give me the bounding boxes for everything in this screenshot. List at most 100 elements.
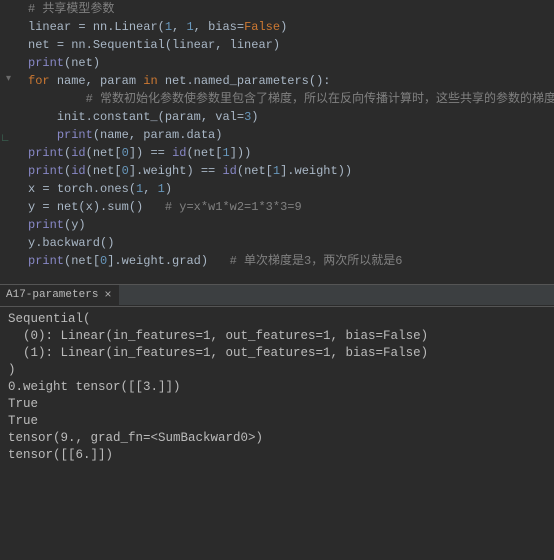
code-line-content: y = net(x).sum() # y=x*w1*w2=1*3*3=9 [28, 200, 302, 214]
code-token: y [28, 200, 42, 214]
run-tab-label: A17-parameters [6, 286, 98, 304]
code-token: , [172, 20, 186, 34]
code-line[interactable]: y.backward() [0, 234, 554, 252]
close-icon[interactable]: × [104, 286, 111, 304]
terminal-line: tensor(9., grad_fn=<SumBackward0>) [8, 430, 546, 447]
code-token: linear [28, 20, 78, 34]
code-line-content: # 共享模型参数 [28, 2, 114, 16]
code-line-content: print(net) [28, 56, 100, 70]
code-token: net(x).sum() [57, 200, 165, 214]
code-token: y.backward() [28, 236, 114, 250]
code-token: print [57, 128, 93, 142]
code-token: ) [280, 20, 287, 34]
code-token: , [201, 110, 215, 124]
code-line[interactable]: ▾ for name, param in net.named_parameters… [0, 72, 554, 90]
code-token: False [244, 20, 280, 34]
code-token: (net[ [186, 146, 222, 160]
code-line-content: print(net[0].weight.grad) # 单次梯度是3，两次所以就… [28, 254, 402, 268]
code-token: init.constant_(param [57, 110, 201, 124]
code-token: ) [165, 182, 172, 196]
code-token: (y) [64, 218, 86, 232]
code-token: 1 [222, 146, 229, 160]
run-output[interactable]: Sequential( (0): Linear(in_features=1, o… [0, 306, 554, 472]
code-token: nn.Sequential(linear [71, 38, 215, 52]
code-token: # y=x*w1*w2=1*3*3=9 [165, 200, 302, 214]
terminal-line: (1): Linear(in_features=1, out_features=… [8, 345, 546, 362]
code-token: 0 [122, 164, 129, 178]
code-token: param [100, 74, 143, 88]
code-line[interactable]: print(id(net[0]) == id(net[1])) [0, 144, 554, 162]
code-line[interactable]: print(y) [0, 216, 554, 234]
code-line[interactable]: x = torch.ones(1, 1) [0, 180, 554, 198]
code-token: , [194, 20, 208, 34]
code-line[interactable]: init.constant_(param, val=3) [0, 108, 554, 126]
code-line[interactable]: net = nn.Sequential(linear, linear) [0, 36, 554, 54]
code-token: , [86, 74, 100, 88]
code-token: , [215, 38, 229, 52]
code-token: val [215, 110, 237, 124]
pane-splitter[interactable] [0, 276, 554, 284]
code-token: ].weight)) [280, 164, 352, 178]
code-token: id [71, 164, 85, 178]
code-token: (net) [64, 56, 100, 70]
code-token: (net[ [237, 164, 273, 178]
code-line[interactable]: print(id(net[0].weight) == id(net[1].wei… [0, 162, 554, 180]
code-line-content: print(id(net[0].weight) == id(net[1].wei… [28, 164, 352, 178]
code-token: , [143, 182, 157, 196]
code-token: = [78, 20, 92, 34]
code-line[interactable]: print(net) [0, 54, 554, 72]
code-line[interactable]: ∟ print(name, param.data) [0, 126, 554, 144]
code-token: 1 [186, 20, 193, 34]
code-token: print [28, 164, 64, 178]
code-token: (net[ [64, 254, 100, 268]
code-token: name [57, 74, 86, 88]
code-line-content: init.constant_(param, val=3) [28, 110, 258, 124]
code-line-content: # 常数初始化参数使参数里包含了梯度，所以在反向传播计算时，这些共享的参数的梯度… [28, 92, 554, 106]
code-token: for [28, 74, 57, 88]
code-line[interactable]: # 共享模型参数 [0, 0, 554, 18]
code-line-content: x = torch.ones(1, 1) [28, 182, 172, 196]
terminal-line: True [8, 396, 546, 413]
code-token: 1 [165, 20, 172, 34]
terminal-line: True [8, 413, 546, 430]
code-line[interactable]: linear = nn.Linear(1, 1, bias=False) [0, 18, 554, 36]
code-line[interactable]: y = net(x).sum() # y=x*w1*w2=1*3*3=9 [0, 198, 554, 216]
code-line-content: linear = nn.Linear(1, 1, bias=False) [28, 20, 287, 34]
code-token: == [201, 164, 223, 178]
code-token: (net[ [86, 164, 122, 178]
code-token: id [71, 146, 85, 160]
code-token: in [143, 74, 165, 88]
code-token: # 单次梯度是3，两次所以就是6 [230, 254, 403, 268]
code-token: id [172, 146, 186, 160]
code-token: , [129, 128, 143, 142]
code-token: = [237, 110, 244, 124]
code-token: (name [93, 128, 129, 142]
code-line[interactable]: # 常数初始化参数使参数里包含了梯度，所以在反向传播计算时，这些共享的参数的梯度… [0, 90, 554, 108]
code-token: 1 [273, 164, 280, 178]
code-token: = [42, 200, 56, 214]
code-token: (net[ [86, 146, 122, 160]
code-line-content: print(name, param.data) [28, 128, 222, 142]
code-token: 1 [158, 182, 165, 196]
code-line-content: print(id(net[0]) == id(net[1])) [28, 146, 251, 160]
code-token: torch.ones( [57, 182, 136, 196]
code-token: net [28, 38, 57, 52]
run-tabbar: A17-parameters × [0, 284, 554, 306]
code-token: # 共享模型参数 [28, 2, 114, 16]
code-editor[interactable]: # 共享模型参数linear = nn.Linear(1, 1, bias=Fa… [0, 0, 554, 276]
code-token: net.named_parameters(): [165, 74, 331, 88]
code-token: bias [208, 20, 237, 34]
code-token: nn.Linear( [93, 20, 165, 34]
code-token: 0 [122, 146, 129, 160]
code-token: id [222, 164, 236, 178]
run-tab[interactable]: A17-parameters × [0, 285, 119, 305]
terminal-line: tensor([[6.]]) [8, 447, 546, 464]
code-token: print [28, 146, 64, 160]
fold-marker-icon[interactable]: ▾ [6, 75, 16, 85]
code-token: ])) [230, 146, 252, 160]
code-token: == [150, 146, 172, 160]
code-token: ].weight) [129, 164, 201, 178]
code-token: = [42, 182, 56, 196]
code-token: print [28, 56, 64, 70]
code-line[interactable]: print(net[0].weight.grad) # 单次梯度是3，两次所以就… [0, 252, 554, 270]
